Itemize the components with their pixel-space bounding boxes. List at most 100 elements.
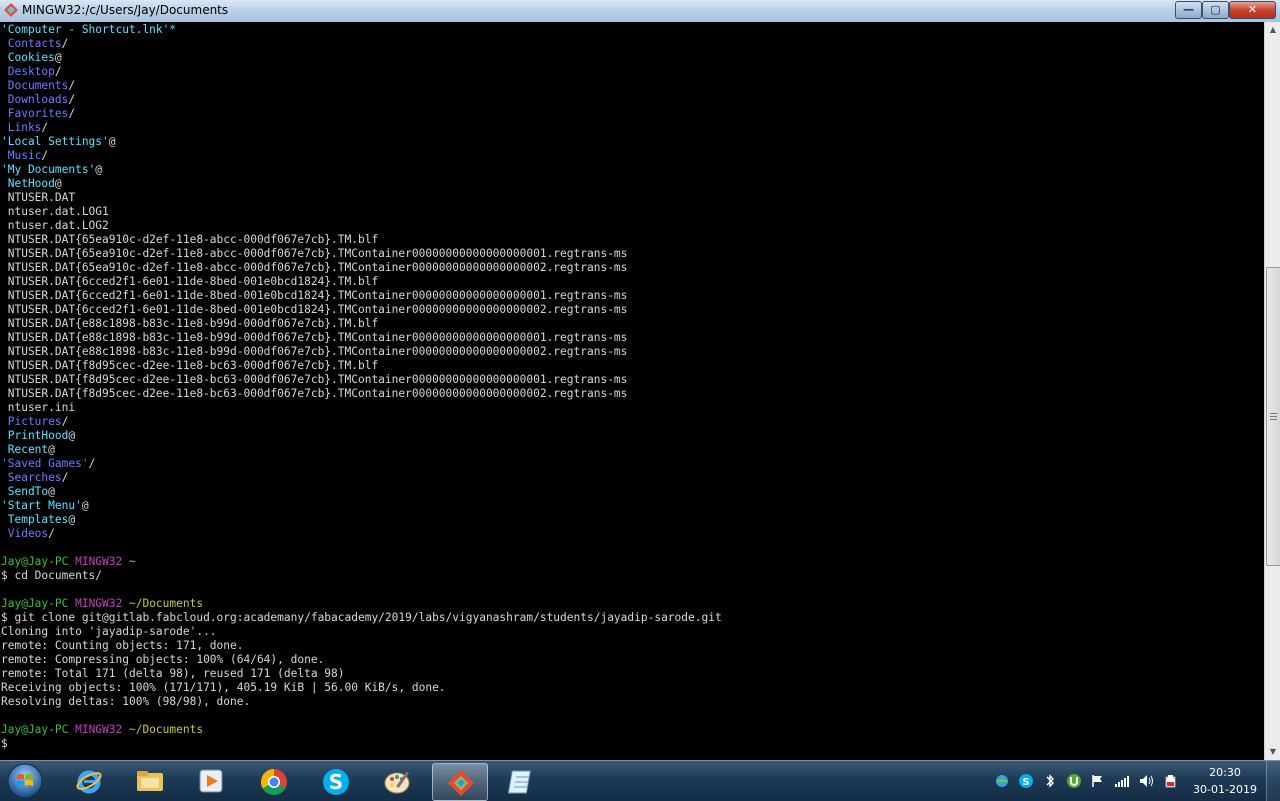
terminal-line: NTUSER.DAT bbox=[1, 191, 75, 205]
title-bar[interactable]: MINGW32:/c/Users/Jay/Documents — ▢ ✕ bbox=[0, 0, 1280, 23]
utorrent-icon[interactable] bbox=[1066, 773, 1082, 789]
terminal-text: @ bbox=[95, 163, 103, 176]
scroll-up-arrow-icon[interactable]: ▲ bbox=[1265, 22, 1280, 38]
taskbar-explorer[interactable] bbox=[122, 763, 176, 799]
terminal-text: / bbox=[41, 121, 49, 134]
terminal-line: 'Computer - Shortcut.lnk'* bbox=[1, 23, 176, 37]
terminal-line: NTUSER.DAT{f8d95cec-d2ee-11e8-bc63-000df… bbox=[1, 373, 628, 387]
terminal-line: Recent@ bbox=[1, 443, 55, 457]
vertical-scrollbar[interactable]: ▲ ▼ bbox=[1264, 22, 1280, 760]
terminal-text: Documents bbox=[1, 79, 69, 92]
terminal-text: Jay@Jay-PC bbox=[1, 597, 76, 610]
taskbar-notepad[interactable] bbox=[494, 763, 548, 799]
terminal-text: Recent bbox=[1, 443, 49, 456]
terminal-line: Videos/ bbox=[1, 527, 55, 541]
terminal-line: NTUSER.DAT{f8d95cec-d2ee-11e8-bc63-000df… bbox=[1, 387, 628, 401]
bluetooth-icon[interactable] bbox=[1042, 773, 1058, 789]
git-bash-app-icon[interactable] bbox=[4, 3, 18, 17]
terminal-line: ntuser.dat.LOG2 bbox=[1, 219, 109, 233]
skype-tray-icon[interactable]: S bbox=[1018, 773, 1034, 789]
terminal-text: Receiving objects: 100% (171/171), 405.1… bbox=[1, 681, 446, 694]
terminal-line: Cloning into 'jayadip-sarode'... bbox=[1, 625, 217, 639]
clock-date[interactable]: 30-01-2019 bbox=[1188, 783, 1262, 796]
terminal-line: Pictures/ bbox=[1, 415, 69, 429]
terminal-text: NTUSER.DAT{f8d95cec-d2ee-11e8-bc63-000df… bbox=[1, 359, 379, 372]
svg-text:S: S bbox=[329, 770, 343, 794]
terminal-text: ntuser.dat.LOG2 bbox=[1, 219, 109, 232]
terminal-text: NTUSER.DAT{6cced2f1-6e01-11de-8bed-001e0… bbox=[1, 275, 379, 288]
terminal-text: NTUSER.DAT{f8d95cec-d2ee-11e8-bc63-000df… bbox=[1, 373, 628, 386]
taskbar-skype[interactable]: S bbox=[308, 763, 362, 799]
power-icon[interactable] bbox=[1162, 773, 1178, 789]
terminal-line: 'Saved Games'/ bbox=[1, 457, 95, 471]
terminal-text: NTUSER.DAT bbox=[1, 191, 76, 204]
show-desktop-button[interactable] bbox=[1266, 761, 1280, 801]
terminal-text: MINGW32 bbox=[75, 555, 129, 568]
terminal-text: Searches bbox=[1, 471, 62, 484]
terminal-line: remote: Counting objects: 171, done. bbox=[1, 639, 243, 653]
terminal-line: SendTo@ bbox=[1, 485, 55, 499]
taskbar-git-bash[interactable] bbox=[432, 763, 488, 801]
terminal-line: NTUSER.DAT{65ea910c-d2ef-11e8-abcc-000df… bbox=[1, 261, 628, 275]
terminal-output[interactable]: 'Computer - Shortcut.lnk'* Contacts/ Coo… bbox=[0, 22, 1264, 760]
terminal-text: PrintHood bbox=[1, 429, 69, 442]
terminal-line: 'My Documents'@ bbox=[1, 163, 102, 177]
action-center-flag-icon[interactable] bbox=[1090, 773, 1106, 789]
close-button[interactable]: ✕ bbox=[1229, 1, 1276, 19]
terminal-line: NTUSER.DAT{65ea910c-d2ef-11e8-abcc-000df… bbox=[1, 233, 378, 247]
terminal-text: Jay@Jay-PC bbox=[1, 723, 76, 736]
taskbar-ie[interactable] bbox=[62, 763, 116, 799]
terminal-line: Downloads/ bbox=[1, 93, 75, 107]
scroll-down-arrow-icon[interactable]: ▼ bbox=[1265, 744, 1280, 760]
minimize-button[interactable]: — bbox=[1175, 1, 1202, 19]
terminal-line: NTUSER.DAT{e88c1898-b83c-11e8-b99d-000df… bbox=[1, 331, 628, 345]
folder-icon bbox=[137, 771, 163, 791]
terminal-text: Resolving deltas: 100% (98/98), done. bbox=[1, 695, 251, 708]
taskbar-paint[interactable] bbox=[370, 763, 424, 799]
volume-icon[interactable] bbox=[1138, 773, 1154, 789]
terminal-text: / bbox=[88, 457, 96, 470]
terminal-text: ~/Documents bbox=[128, 597, 204, 610]
taskbar-chrome[interactable] bbox=[246, 763, 300, 799]
terminal-text: @ bbox=[54, 51, 62, 64]
terminal-text: MINGW32 bbox=[75, 597, 129, 610]
terminal-text: 'Computer - Shortcut.lnk'* bbox=[1, 23, 177, 36]
signal-icon[interactable] bbox=[1114, 773, 1130, 789]
start-button[interactable] bbox=[4, 761, 46, 801]
chrome-icon bbox=[260, 768, 287, 796]
terminal-line: Jay@Jay-PC MINGW32 ~/Documents bbox=[1, 723, 203, 737]
ie-icon bbox=[76, 770, 102, 794]
skype-icon: S bbox=[323, 769, 349, 795]
terminal-text: ntuser.ini bbox=[1, 401, 76, 414]
terminal-text: NTUSER.DAT{e88c1898-b83c-11e8-b99d-000df… bbox=[1, 345, 628, 358]
terminal-text: Templates bbox=[1, 513, 69, 526]
terminal-text: NTUSER.DAT{65ea910c-d2ef-11e8-abcc-000df… bbox=[1, 233, 379, 246]
terminal-line: Favorites/ bbox=[1, 107, 75, 121]
scroll-thumb[interactable] bbox=[1266, 267, 1280, 566]
taskbar-media-player[interactable] bbox=[184, 763, 238, 799]
terminal-line: PrintHood@ bbox=[1, 429, 75, 443]
terminal-text: remote: Counting objects: 171, done. bbox=[1, 639, 244, 652]
terminal-line: Links/ bbox=[1, 121, 48, 135]
terminal-line: Documents/ bbox=[1, 79, 75, 93]
terminal-text: $ bbox=[1, 737, 8, 750]
terminal-text: Pictures bbox=[1, 415, 62, 428]
terminal-line: NTUSER.DAT{e88c1898-b83c-11e8-b99d-000df… bbox=[1, 317, 378, 331]
terminal-line: Jay@Jay-PC MINGW32 ~ bbox=[1, 555, 136, 569]
terminal-text: @ bbox=[54, 177, 62, 190]
terminal-text: remote: Total 171 (delta 98), reused 171… bbox=[1, 667, 345, 680]
terminal-text: 'Saved Games' bbox=[1, 457, 89, 470]
terminal-text: 'Local Settings' bbox=[1, 135, 109, 148]
scroll-grip-icon bbox=[1270, 413, 1277, 421]
terminal-text: remote: Compressing objects: 100% (64/64… bbox=[1, 653, 325, 666]
terminal-text: / bbox=[54, 65, 62, 78]
clock-time[interactable]: 20:30 bbox=[1195, 766, 1255, 779]
terminal-text: / bbox=[48, 527, 55, 540]
network-drive-icon[interactable] bbox=[994, 773, 1010, 789]
git-icon bbox=[448, 770, 474, 796]
terminal-text: NTUSER.DAT{65ea910c-d2ef-11e8-abcc-000df… bbox=[1, 261, 628, 274]
terminal-text: ntuser.dat.LOG1 bbox=[1, 205, 109, 218]
maximize-button[interactable]: ▢ bbox=[1202, 1, 1229, 19]
terminal-line: Cookies@ bbox=[1, 51, 62, 65]
terminal-line: 'Local Settings'@ bbox=[1, 135, 116, 149]
